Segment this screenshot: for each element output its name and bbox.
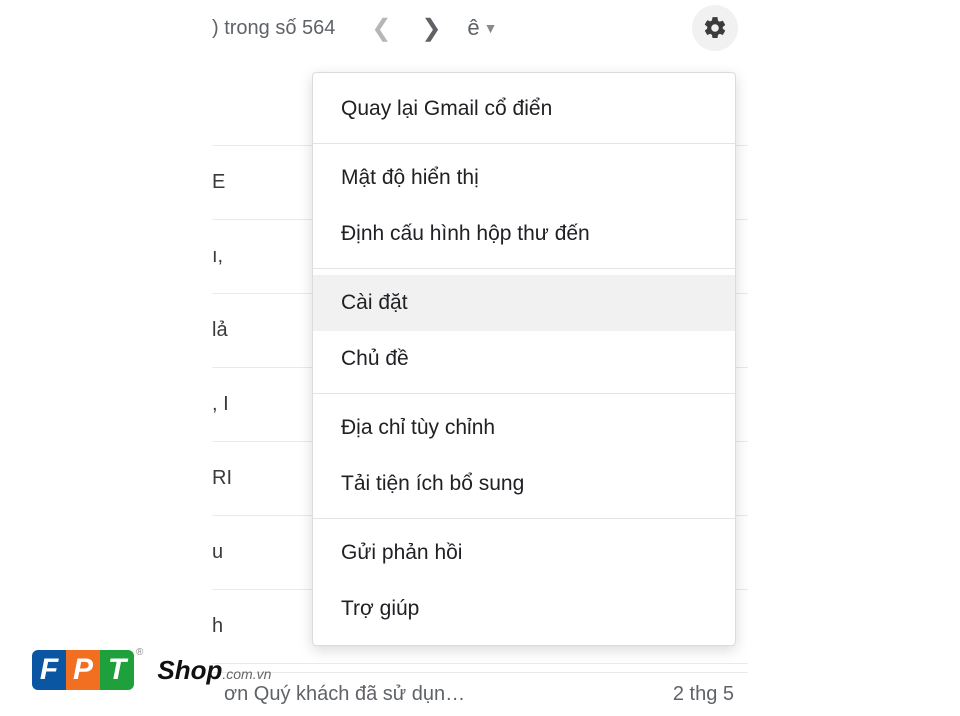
next-page-button[interactable]: ❯ [411, 8, 451, 48]
gear-icon [702, 15, 728, 41]
input-tool-label: ê [467, 15, 479, 41]
list-item-partial[interactable]: ơn Quý khách đã sử dụn… 2 thg 5 [212, 672, 748, 716]
prev-page-button[interactable]: ❮ [361, 8, 401, 48]
mail-date: 2 thg 5 [673, 683, 734, 706]
toolbar: ) trong số 564 ❮ ❯ ê ▼ [212, 0, 748, 56]
fpt-logo: F P T [32, 650, 134, 690]
settings-menu: Quay lại Gmail cổ điển Mật độ hiển thị Đ… [312, 72, 736, 646]
menu-divider [313, 393, 735, 394]
brand-text: Shop.com.vn [157, 655, 271, 686]
menu-divider [313, 143, 735, 144]
page-counter: ) trong số 564 [212, 17, 335, 40]
caret-down-icon: ▼ [484, 20, 498, 36]
menu-item-settings[interactable]: Cài đặt [313, 275, 735, 331]
settings-gear-button[interactable] [692, 5, 738, 51]
fptshop-watermark: F P T ® Shop.com.vn [32, 650, 271, 690]
menu-divider [313, 268, 735, 269]
app-frame: ) trong số 564 ❮ ❯ ê ▼ E ı, lả , I RI u … [212, 0, 748, 716]
menu-item-configure-inbox[interactable]: Định cấu hình hộp thư đến [313, 206, 735, 262]
menu-item-classic-gmail[interactable]: Quay lại Gmail cổ điển [313, 81, 735, 137]
input-tool-button[interactable]: ê ▼ [461, 15, 503, 41]
menu-item-display-density[interactable]: Mật độ hiển thị [313, 150, 735, 206]
menu-item-help[interactable]: Trợ giúp [313, 581, 735, 637]
chevron-right-icon: ❯ [421, 14, 441, 43]
registered-mark: ® [136, 647, 143, 658]
menu-item-get-addons[interactable]: Tải tiện ích bổ sung [313, 456, 735, 512]
menu-divider [313, 518, 735, 519]
menu-item-themes[interactable]: Chủ đề [313, 331, 735, 387]
chevron-left-icon: ❮ [371, 14, 391, 43]
menu-item-send-feedback[interactable]: Gửi phản hồi [313, 525, 735, 581]
menu-item-custom-address[interactable]: Địa chỉ tùy chỉnh [313, 400, 735, 456]
